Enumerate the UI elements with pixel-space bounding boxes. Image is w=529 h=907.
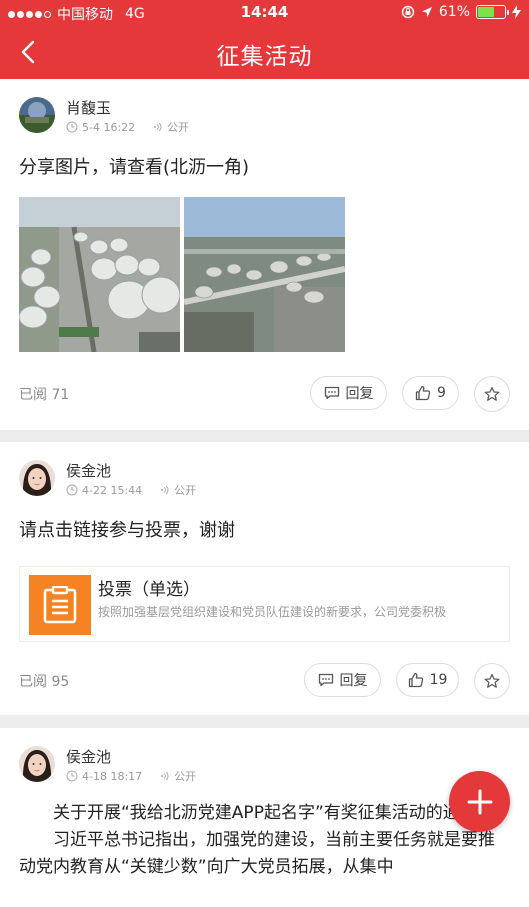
- avatar[interactable]: [19, 746, 55, 782]
- plus-icon: [467, 789, 492, 814]
- comment-icon: [318, 673, 333, 687]
- like-count: 19: [429, 672, 448, 688]
- favorite-button[interactable]: [474, 376, 510, 412]
- nav-bar: 征集活动: [0, 26, 529, 79]
- post-meta: 4-22 15:44 公开: [66, 482, 196, 498]
- broadcast-icon: [161, 771, 169, 781]
- favorite-button[interactable]: [474, 663, 510, 699]
- post-text: 分享图片，请查看(北沥一角): [19, 157, 250, 178]
- vote-title: 投票（单选）: [98, 580, 200, 600]
- post-visibility: 公开: [174, 484, 197, 497]
- like-button[interactable]: 19: [396, 663, 459, 697]
- reply-button[interactable]: 回复: [310, 376, 387, 410]
- author-name[interactable]: 侯金池: [66, 460, 111, 481]
- avatar[interactable]: [19, 460, 55, 496]
- post-photo[interactable]: [19, 197, 180, 352]
- location-icon: [421, 7, 432, 17]
- rotation-lock-icon: [401, 5, 415, 19]
- thumbs-up-icon: [415, 385, 431, 401]
- clock-icon: [66, 770, 78, 782]
- post-paragraph: 关于开展“我给北沥党建APP起名字”有奖征集活动的通知: [53, 803, 477, 823]
- comment-icon: [324, 386, 339, 400]
- page-title: 征集活动: [216, 44, 313, 70]
- status-bar: 中国移动 4G 14:44 61%: [0, 0, 529, 26]
- post-visibility: 公开: [167, 121, 190, 134]
- status-right: 61%: [401, 4, 521, 20]
- reply-button[interactable]: 回复: [304, 663, 381, 697]
- broadcast-icon: [161, 485, 169, 495]
- post-date: 4-18 18:17: [82, 769, 143, 783]
- post-paragraph: 习近平总书记指出，加强党的建设，当前主要任务就是要推动党内教育从“关键少数”向广…: [19, 830, 495, 877]
- post-body: 关于开展“我给北沥党建APP起名字”有奖征集活动的通知 习近平总书记指出，加强党…: [19, 800, 511, 881]
- vote-link-card[interactable]: 投票（单选） 按照加强基层党组织建设和党员队伍建设的新要求，公司党委积极: [19, 566, 510, 642]
- avatar[interactable]: [19, 97, 55, 133]
- post-date: 4-22 15:44: [82, 483, 143, 497]
- post-card: 侯金池 4-18 18:17 公开 关于开展“我给北沥党建APP起名字”有奖征集…: [0, 728, 529, 907]
- clock-icon: [66, 484, 78, 496]
- post-card: 侯金池 4-22 15:44 公开 请点击链接参与投票，谢谢 投票（单选） 按照…: [0, 442, 529, 715]
- broadcast-icon: [154, 122, 162, 132]
- battery-icon: [476, 5, 509, 19]
- post-date: 5-4 16:22: [82, 120, 136, 134]
- like-button[interactable]: 9: [402, 376, 459, 410]
- author-name[interactable]: 侯金池: [66, 746, 111, 767]
- thumbs-up-icon: [408, 672, 423, 688]
- author-name[interactable]: 肖馥玉: [66, 97, 111, 118]
- clipboard-icon: [29, 575, 91, 635]
- clock-icon: [66, 121, 78, 133]
- post-meta: 4-18 18:17 公开: [66, 768, 196, 784]
- post-text: 请点击链接参与投票，谢谢: [19, 520, 235, 541]
- like-count: 9: [437, 385, 446, 401]
- post-photo[interactable]: [184, 197, 345, 352]
- reply-label: 回复: [339, 673, 368, 689]
- battery-percent: 61%: [438, 4, 470, 20]
- star-icon: [484, 386, 500, 401]
- charging-icon: [512, 5, 521, 19]
- post-visibility: 公开: [174, 770, 197, 783]
- post-card: 肖馥玉 5-4 16:22 公开 分享图片，请查看(北沥一角) 已阅 71 回复…: [0, 79, 529, 430]
- star-icon: [484, 673, 500, 688]
- read-count: 已阅 95: [19, 674, 70, 690]
- vote-description: 按照加强基层党组织建设和党员队伍建设的新要求，公司党委积极: [98, 605, 447, 619]
- post-meta: 5-4 16:22 公开: [66, 119, 189, 135]
- reply-label: 回复: [345, 386, 374, 402]
- add-post-button[interactable]: [449, 771, 510, 832]
- read-count: 已阅 71: [19, 387, 70, 403]
